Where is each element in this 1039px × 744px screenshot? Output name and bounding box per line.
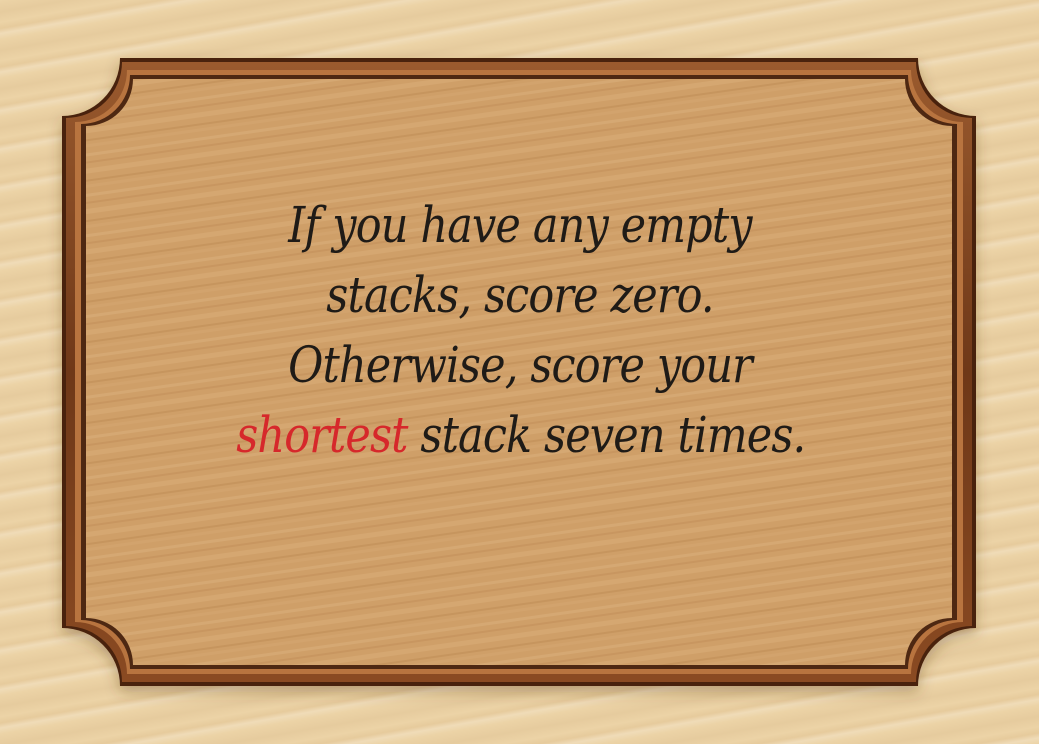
scoring-rule-text: If you have any empty stacks, score zero… (236, 190, 806, 560)
rule-line-4: shortest stack seven times. (236, 400, 806, 470)
rule-line-3: Otherwise, score your (288, 336, 753, 394)
rule-line-2: stacks, score zero. (326, 266, 714, 324)
rule-line-4-rest: stack seven times. (407, 406, 806, 464)
rule-line-1: If you have any empty (288, 196, 752, 254)
highlight-word-shortest: shortest (236, 406, 408, 464)
